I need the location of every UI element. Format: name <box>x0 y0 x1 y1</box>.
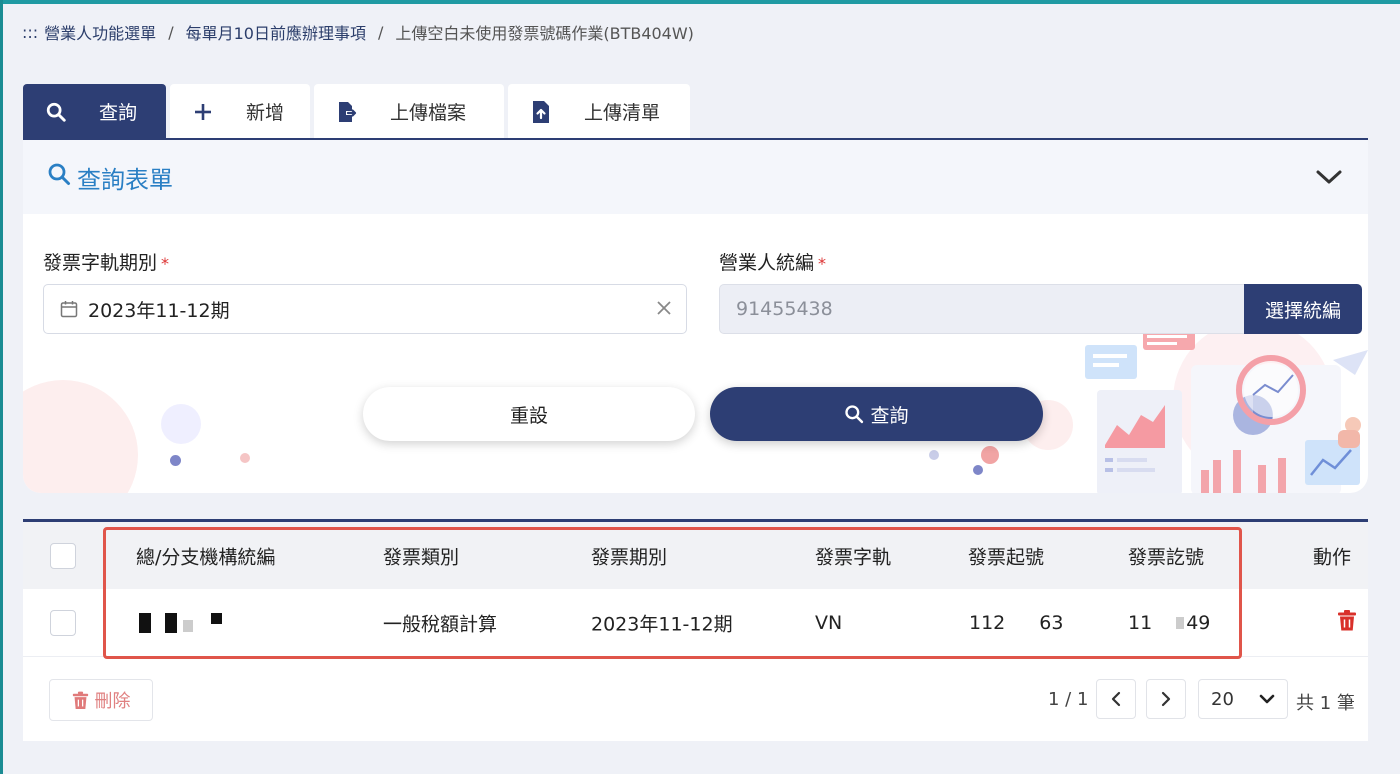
table-row: 一般稅額計算 2023年11-12期 VN 112 63 11 49 <box>23 589 1368 657</box>
tab-upload-file[interactable]: 上傳檔案 <box>314 84 504 139</box>
header-action: 動作 <box>1313 546 1352 568</box>
search-icon <box>844 404 864 424</box>
period-date-input[interactable]: 2023年11-12期 <box>43 284 687 334</box>
total-count: 共 1 筆 <box>1296 693 1355 714</box>
table-header: 總/分支機構統編 發票類別 發票期別 發票字軌 發票起號 發票訖號 動作 <box>23 522 1368 589</box>
trash-icon[interactable] <box>1337 609 1357 636</box>
cell-end-number: 11 49 <box>1128 612 1210 634</box>
row-checkbox[interactable] <box>50 609 76 636</box>
page-size-select[interactable]: 20 <box>1198 679 1288 719</box>
breadcrumb-item-monthly[interactable]: 每單月10日前應辦理事項 <box>186 20 366 44</box>
breadcrumb: ::: 營業人功能選單 / 每單月10日前應辦理事項 / 上傳空白未使用發票號碼… <box>22 20 694 44</box>
decorative-dot <box>170 455 181 466</box>
cell-start-number-a: 112 <box>969 611 1006 634</box>
search-icon <box>43 101 69 123</box>
ban-input[interactable]: 91455438 <box>719 284 1245 334</box>
cell-start-number: 112 63 <box>969 612 1063 634</box>
period-field-label: 發票字軌期別 * <box>43 248 169 275</box>
results-table: 總/分支機構統編 發票類別 發票期別 發票字軌 發票起號 發票訖號 動作 一般稅… <box>23 519 1368 741</box>
tab-bar: 查詢 新增 上傳檔案 上傳清單 <box>23 84 694 139</box>
header-period[interactable]: 發票期別 <box>591 542 667 569</box>
breadcrumb-current: 上傳空白未使用發票號碼作業(BTB404W) <box>395 24 694 43</box>
cell-category: 一般稅額計算 <box>383 613 498 635</box>
top-accent-bar <box>0 0 1400 4</box>
calendar-icon <box>60 300 78 318</box>
chevron-down-icon <box>1259 694 1275 703</box>
header-track[interactable]: 發票字軌 <box>815 542 891 569</box>
breadcrumb-item-menu[interactable]: 營業人功能選單 <box>44 20 156 44</box>
decorative-circle <box>161 404 201 444</box>
ban-label-text: 營業人統編 <box>719 252 815 274</box>
decorative-dot <box>929 450 939 460</box>
period-value: 2023年11-12期 <box>88 299 230 322</box>
delete-button[interactable]: 刪除 <box>49 679 153 721</box>
page-info: 1 / 1 <box>1048 689 1089 710</box>
cell-ban-redacted <box>139 612 223 634</box>
header-end-number[interactable]: 發票訖號 <box>1128 542 1204 569</box>
header-category[interactable]: 發票類別 <box>383 542 459 569</box>
tab-label: 新增 <box>246 102 285 124</box>
cell-start-number-b: 63 <box>1039 611 1064 634</box>
cell-end-number-a: 11 <box>1128 611 1153 634</box>
chevron-right-icon <box>1161 691 1171 707</box>
trash-icon <box>72 691 89 710</box>
next-page-button[interactable] <box>1146 679 1186 719</box>
cell-track: VN <box>815 611 843 634</box>
decorative-dot <box>981 446 999 464</box>
tab-upload-list[interactable]: 上傳清單 <box>508 84 690 139</box>
analytics-illustration <box>1085 330 1368 493</box>
chevron-down-icon[interactable] <box>1314 162 1344 192</box>
header-start-number[interactable]: 發票起號 <box>968 542 1044 569</box>
chevron-left-icon <box>1111 691 1121 707</box>
breadcrumb-separator: / <box>168 22 174 42</box>
query-form-title-text: 查詢表單 <box>77 165 173 194</box>
table-footer: 刪除 1 / 1 20 共 1 筆 <box>23 659 1368 741</box>
file-export-icon <box>334 100 360 124</box>
required-mark: * <box>818 254 827 273</box>
decorative-dot <box>973 465 983 475</box>
clear-icon[interactable] <box>656 297 672 322</box>
file-upload-icon <box>528 100 554 124</box>
tab-add[interactable]: 新增 <box>170 84 310 139</box>
breadcrumb-separator: / <box>377 22 384 42</box>
reset-button[interactable]: 重設 <box>363 387 695 441</box>
prev-page-button[interactable] <box>1096 679 1136 719</box>
query-form-panel: 查詢表單 發票字軌期別 * 2023年11-12期 營業人統編 * 914554… <box>23 138 1368 493</box>
breadcrumb-prefix: ::: <box>22 22 39 42</box>
tab-query[interactable]: 查詢 <box>23 84 166 139</box>
page-size-value: 20 <box>1211 688 1234 710</box>
query-form-header[interactable]: 查詢表單 <box>23 140 1368 214</box>
ban-field-label: 營業人統編 * <box>719 248 826 275</box>
decorative-circle <box>23 380 138 493</box>
query-button[interactable]: 查詢 <box>710 387 1043 441</box>
tab-label: 上傳檔案 <box>390 102 467 124</box>
select-all-checkbox[interactable] <box>50 542 76 569</box>
required-mark: * <box>161 254 170 273</box>
query-form-title: 查詢表單 <box>47 160 173 195</box>
decorative-dot <box>240 453 250 463</box>
header-ban[interactable]: 總/分支機構統編 <box>136 542 275 569</box>
tab-label: 上傳清單 <box>584 102 661 124</box>
plus-icon <box>190 102 216 122</box>
delete-button-label: 刪除 <box>94 691 131 712</box>
select-ban-button[interactable]: 選擇統編 <box>1244 284 1362 334</box>
cell-end-number-b: 49 <box>1186 611 1211 634</box>
tab-label: 查詢 <box>99 102 138 124</box>
search-icon <box>47 162 71 192</box>
left-accent-bar <box>0 0 3 774</box>
query-button-label: 查詢 <box>870 404 909 427</box>
cell-period: 2023年11-12期 <box>591 613 733 635</box>
period-label-text: 發票字軌期別 <box>43 252 158 274</box>
